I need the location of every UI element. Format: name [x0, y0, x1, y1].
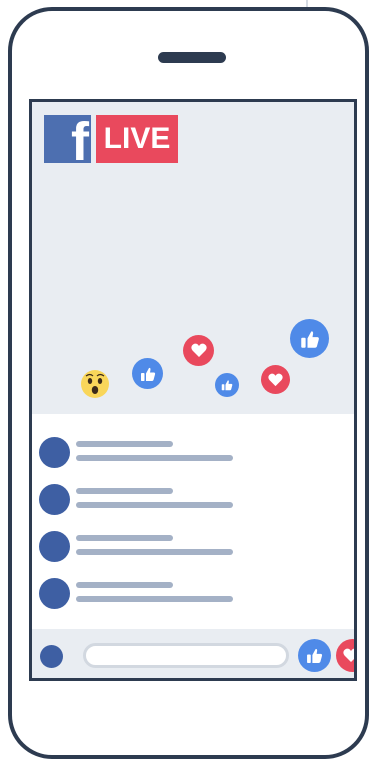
facebook-logo-icon: f — [44, 115, 91, 169]
comment-text-placeholder — [76, 502, 233, 508]
facebook-logo-letter: f — [71, 112, 89, 172]
love-button[interactable] — [336, 639, 354, 672]
wow-reaction-icon — [81, 370, 109, 398]
avatar — [39, 578, 70, 609]
avatar — [39, 531, 70, 562]
like-icon — [307, 649, 323, 663]
comment-author-placeholder — [76, 535, 173, 541]
phone-screen: f LIVE — [29, 99, 357, 681]
comment-text-placeholder — [76, 596, 233, 602]
list-item[interactable] — [39, 484, 339, 516]
list-item[interactable] — [39, 437, 339, 469]
avatar — [39, 437, 70, 468]
heart-icon — [343, 648, 354, 662]
comment-author-placeholder — [76, 488, 173, 494]
comment-author-placeholder — [76, 441, 173, 447]
comment-input[interactable] — [83, 643, 289, 668]
comment-list[interactable] — [32, 414, 354, 629]
like-reaction-icon — [132, 358, 163, 389]
comment-bar — [32, 629, 354, 678]
list-item[interactable] — [39, 531, 339, 563]
love-reaction-icon — [183, 335, 214, 366]
avatar — [39, 484, 70, 515]
live-badge: LIVE — [96, 115, 178, 163]
avatar — [40, 645, 63, 668]
love-reaction-icon — [261, 365, 290, 394]
live-video-area[interactable]: f LIVE — [32, 102, 354, 414]
like-reaction-small-icon — [215, 373, 239, 397]
like-button[interactable] — [298, 639, 331, 672]
phone-speaker — [158, 52, 226, 63]
comment-author-placeholder — [76, 582, 173, 588]
like-reaction-large-icon — [290, 319, 329, 358]
comment-text-placeholder — [76, 549, 233, 555]
comment-text-placeholder — [76, 455, 233, 461]
list-item[interactable] — [39, 578, 339, 610]
